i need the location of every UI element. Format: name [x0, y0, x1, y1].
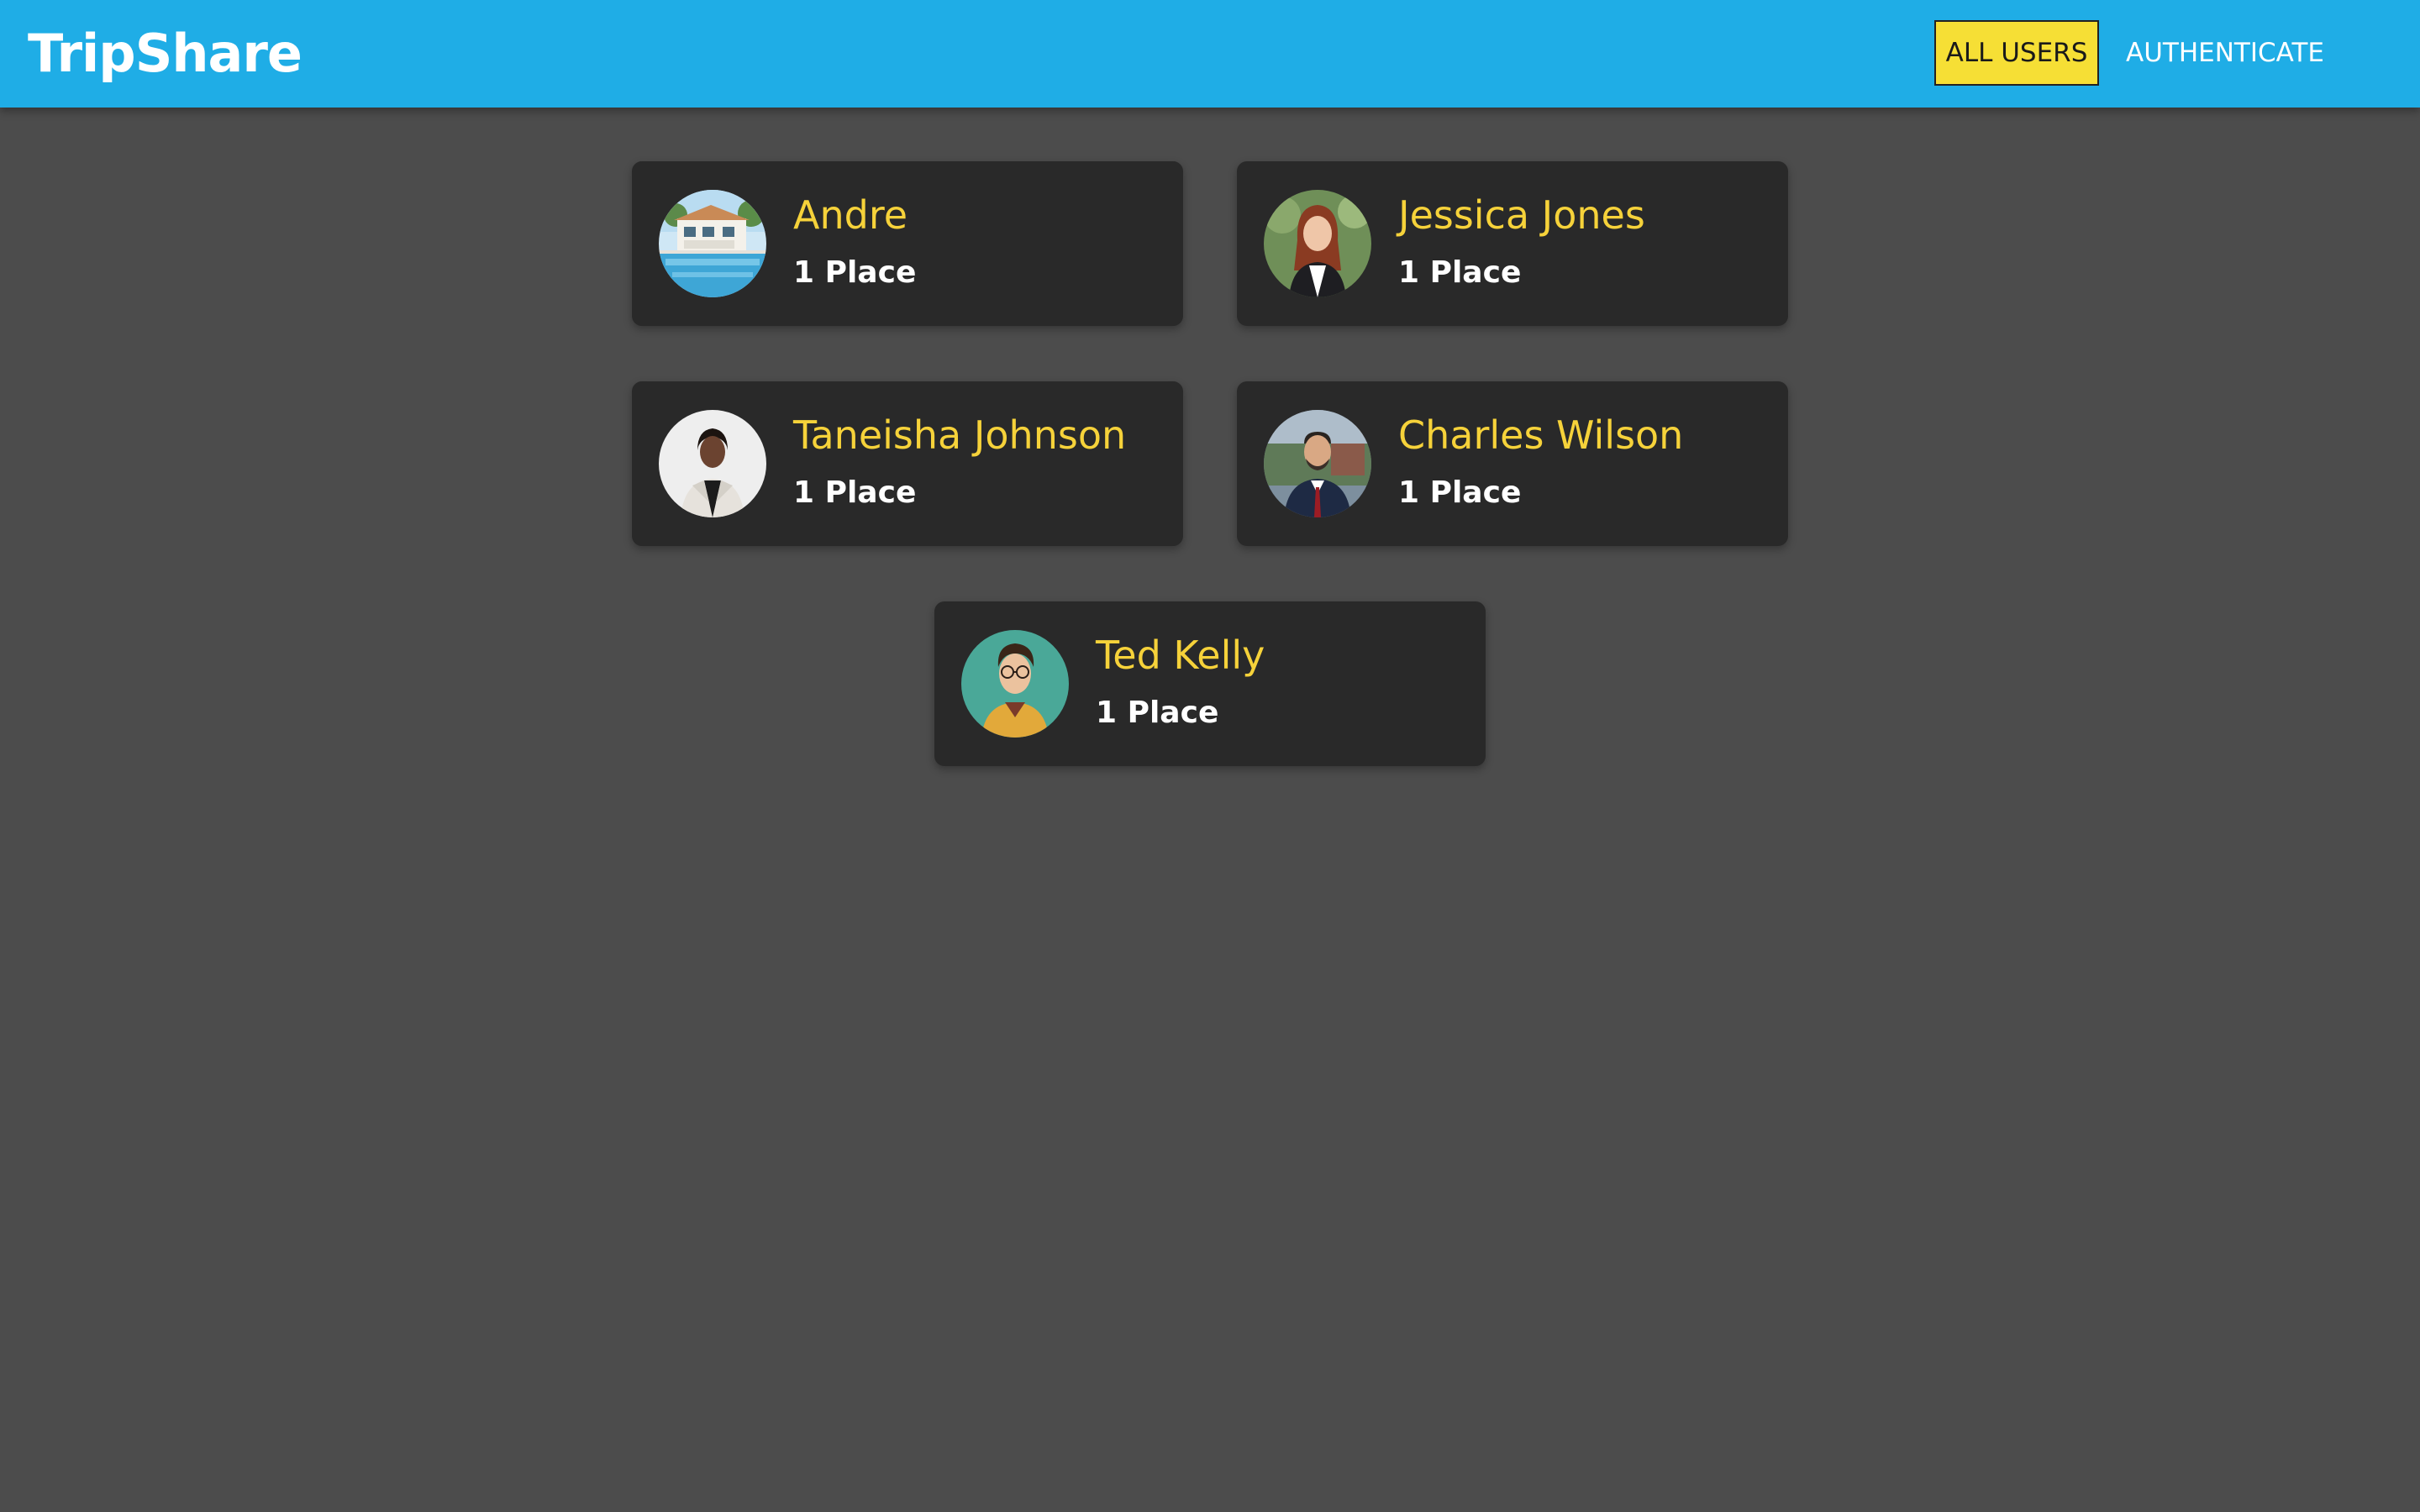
user-name: Andre	[793, 192, 908, 238]
main-header: TripShare ALL USERS AUTHENTICATE	[0, 0, 2420, 108]
user-place-count: 1 Place	[793, 255, 917, 290]
user-place-count: 1 Place	[1398, 475, 1522, 510]
user-place-count: 1 Place	[793, 475, 917, 510]
nav-all-users-link[interactable]: ALL USERS	[1934, 20, 2099, 86]
house-pool-avatar	[659, 190, 766, 297]
user-name: Jessica Jones	[1398, 192, 1645, 238]
user-list: Andre 1 Place Jessica Jones 1 Place Tane…	[0, 108, 2420, 1512]
user-card-taneisha-johnson[interactable]: Taneisha Johnson 1 Place	[632, 381, 1183, 546]
woman-portrait-avatar	[659, 410, 766, 517]
user-place-count: 1 Place	[1398, 255, 1522, 290]
woman-portrait-avatar	[1264, 190, 1371, 297]
illustrated-man-avatar	[961, 630, 1069, 738]
user-name: Ted Kelly	[1096, 633, 1265, 678]
man-portrait-avatar	[1264, 410, 1371, 517]
nav-authenticate-link[interactable]: AUTHENTICATE	[2124, 20, 2326, 86]
app-logo-title[interactable]: TripShare	[28, 20, 302, 87]
user-name: Taneisha Johnson	[793, 412, 1127, 458]
user-card-andre[interactable]: Andre 1 Place	[632, 161, 1183, 326]
user-card-jessica-jones[interactable]: Jessica Jones 1 Place	[1237, 161, 1788, 326]
user-card-charles-wilson[interactable]: Charles Wilson 1 Place	[1237, 381, 1788, 546]
user-name: Charles Wilson	[1398, 412, 1684, 458]
user-place-count: 1 Place	[1096, 696, 1219, 730]
user-card-ted-kelly[interactable]: Ted Kelly 1 Place	[934, 601, 1486, 766]
main-navigation: ALL USERS AUTHENTICATE	[1916, 0, 2420, 108]
